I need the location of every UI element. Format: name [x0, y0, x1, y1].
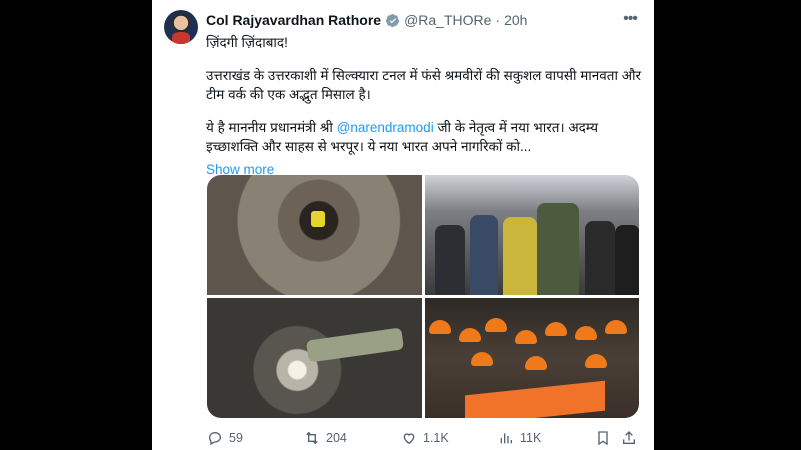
author-avatar[interactable] — [164, 10, 198, 44]
photo-rescued-workers-group[interactable] — [425, 298, 639, 418]
separator-dot: · — [495, 12, 501, 28]
hard-hat — [585, 354, 607, 368]
reply-button[interactable]: 59 — [207, 430, 243, 446]
heart-icon — [403, 433, 415, 445]
person-figure — [470, 215, 498, 295]
hard-hat — [459, 328, 481, 342]
repost-button[interactable]: 204 — [304, 430, 347, 446]
person-figure — [503, 217, 537, 295]
person-figure — [585, 221, 615, 295]
share-button[interactable] — [621, 430, 637, 446]
author-handle[interactable]: @Ra_THORe — [404, 12, 491, 28]
view-count: 11K — [520, 431, 542, 445]
bookmark-icon — [598, 431, 608, 446]
repost-count: 204 — [326, 431, 347, 445]
tweet-header: Col Rajyavardhan Rathore @Ra_THORe · 20h — [206, 11, 636, 29]
hard-hat — [471, 352, 493, 366]
like-button[interactable]: 1.1K — [401, 430, 449, 446]
rescue-pipe — [305, 327, 405, 363]
hard-hat — [525, 356, 547, 370]
person-figure — [435, 225, 465, 295]
hard-hat — [515, 330, 537, 344]
like-count: 1.1K — [423, 431, 449, 445]
flag — [465, 380, 605, 418]
photo-rescued-worker[interactable] — [425, 175, 639, 295]
photo-tunnel-entrance[interactable] — [207, 298, 422, 418]
text-paragraph-3-start: ये है माननीय प्रधानमंत्री श्री — [206, 120, 337, 135]
hard-hat — [485, 318, 507, 332]
text-line-1: ज़िंदगी ज़िंदाबाद! — [206, 35, 288, 50]
person-figure — [537, 203, 579, 295]
person-figure — [615, 225, 639, 295]
hard-hat — [575, 326, 597, 340]
hard-hat — [429, 320, 451, 334]
tweet-text: ज़िंदगी ज़िंदाबाद! उत्तराखंड के उत्तरकाश… — [206, 33, 646, 179]
reply-icon — [208, 431, 222, 446]
author-name[interactable]: Col Rajyavardhan Rathore — [206, 12, 381, 28]
reply-count: 59 — [229, 431, 243, 445]
hard-hat — [545, 322, 567, 336]
repost-icon — [306, 431, 318, 445]
worker-figure — [311, 211, 325, 227]
more-options-icon[interactable]: ••• — [620, 10, 640, 28]
media-grid — [207, 175, 639, 418]
verified-badge-icon — [385, 13, 400, 27]
tweet-actions: 59 204 1.1K 11K — [207, 428, 639, 448]
tweet-time[interactable]: 20h — [504, 12, 527, 28]
analytics-icon — [500, 433, 512, 444]
tweet-card[interactable]: Col Rajyavardhan Rathore @Ra_THORe · 20h… — [152, 0, 654, 450]
photo-tunnel-pipe[interactable] — [207, 175, 422, 295]
text-paragraph-3: ये है माननीय प्रधानमंत्री श्री @narendra… — [206, 118, 646, 156]
text-paragraph-2: उत्तराखंड के उत्तरकाशी में सिल्क्यारा टन… — [206, 68, 642, 102]
views-button[interactable]: 11K — [498, 430, 541, 446]
hard-hat — [605, 320, 627, 334]
bookmark-button[interactable] — [595, 430, 611, 446]
share-icon — [623, 431, 635, 444]
mention-link[interactable]: @narendramodi — [337, 120, 434, 135]
